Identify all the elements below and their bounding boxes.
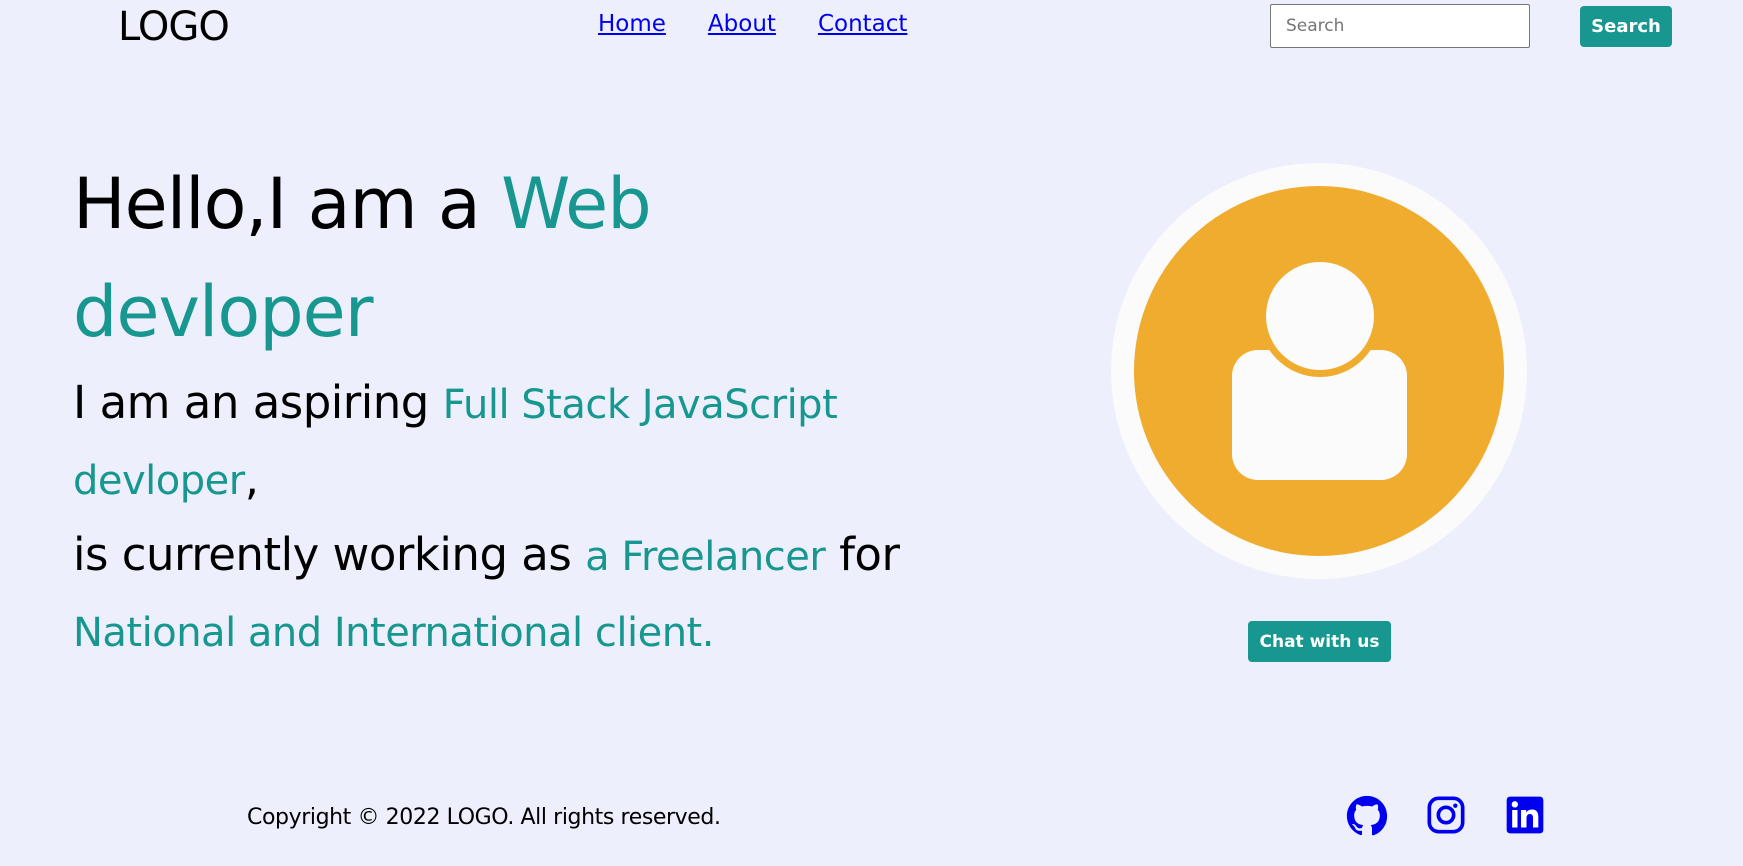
hero-line-1-text: I am an aspiring [73,376,443,429]
hero-line-4: National and International client. [73,594,993,670]
hero-line-3-text: is currently working as [73,528,586,581]
instagram-icon[interactable] [1426,795,1466,835]
github-icon[interactable] [1346,795,1388,837]
hero-line-1: I am an aspiring Full Stack JavaScript [73,366,993,442]
hero-title: Hello,I am a Web devloper [73,150,993,366]
nav-link-home[interactable]: Home [598,11,666,37]
hero-line-3: is currently working as a Freelancer for [73,518,993,594]
linkedin-icon[interactable] [1505,795,1545,835]
avatar-circle [1134,186,1504,556]
hero-highlight-stack: Full Stack JavaScript [442,382,838,428]
main-nav: Home About Contact [598,11,907,37]
nav-link-contact[interactable]: Contact [818,11,907,37]
hero-line-3-end: for [825,528,900,581]
hero-line-2-text: , [244,452,259,505]
hero-title-accent-2: devloper [73,271,373,353]
copyright-text: Copyright © 2022 LOGO. All rights reserv… [247,805,721,830]
avatar [1111,163,1527,579]
nav-link-about[interactable]: About [708,11,776,37]
page: LOGO Home About Contact Search Hello,I a… [0,0,1743,866]
hero-highlight-freelancer: a Freelancer [585,534,826,580]
hero-line-2: devloper, [73,442,993,518]
search-button[interactable]: Search [1580,6,1672,47]
user-icon [1232,255,1407,480]
hero-title-accent: Web [501,163,652,245]
logo[interactable]: LOGO [118,4,230,50]
hero-section: Hello,I am a Web devloper I am an aspiri… [73,150,993,670]
hero-highlight-clients: National and International client. [73,610,714,656]
chat-button[interactable]: Chat with us [1248,621,1391,662]
hero-title-text: Hello,I am a [73,163,502,245]
search-input[interactable] [1270,4,1530,48]
hero-highlight-devloper: devloper [73,458,245,504]
